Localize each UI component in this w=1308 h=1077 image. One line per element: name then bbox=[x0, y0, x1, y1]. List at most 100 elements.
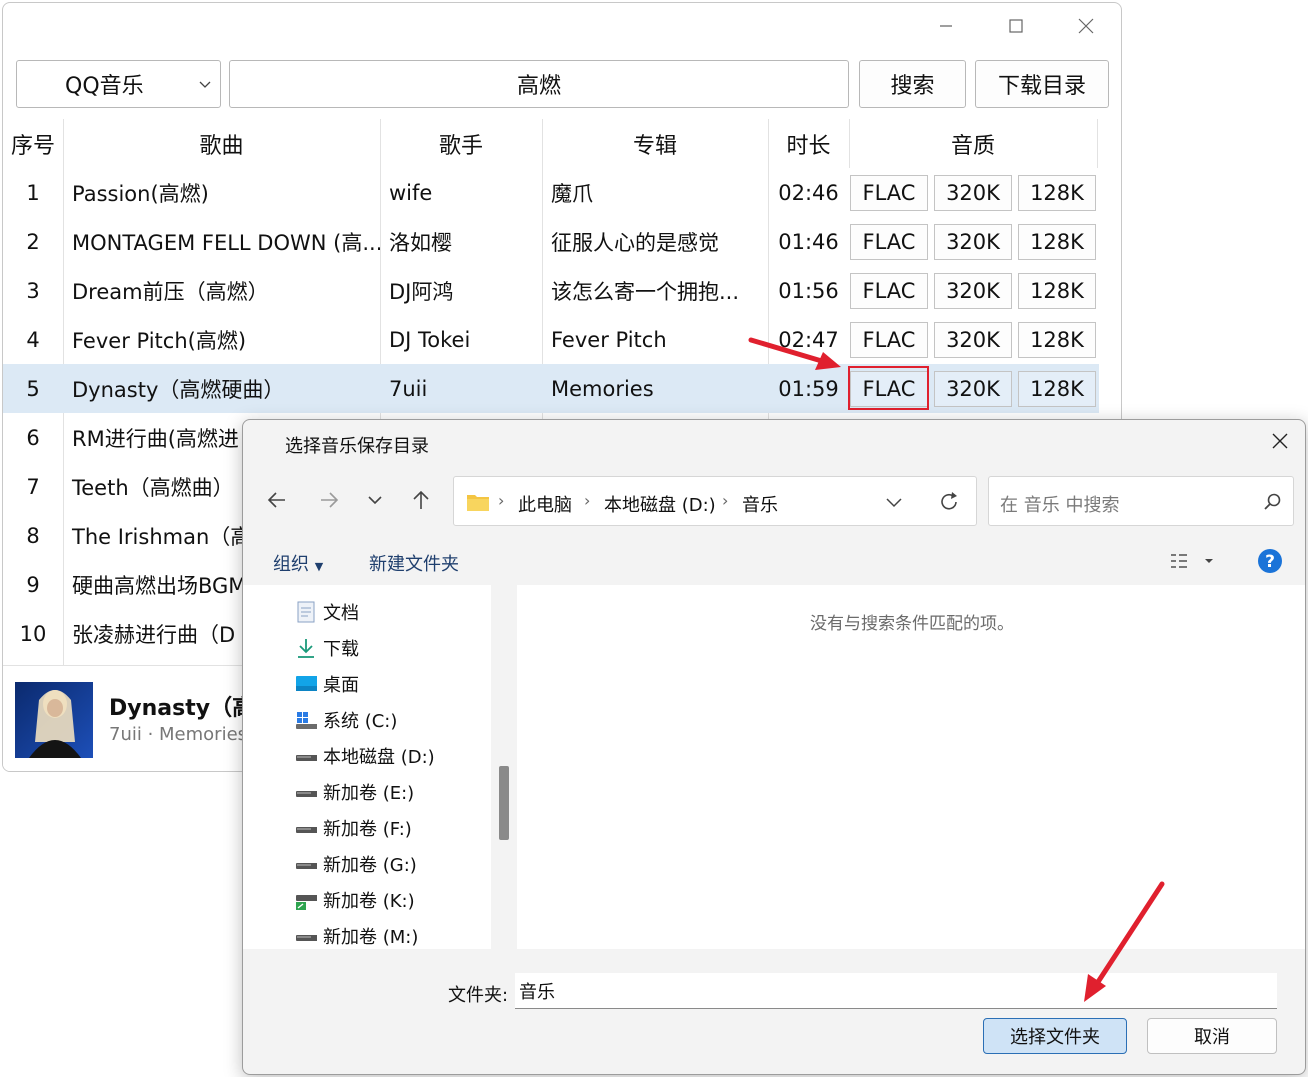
chevron-down-icon[interactable] bbox=[884, 492, 904, 512]
quality-button-320k[interactable]: 320K bbox=[934, 224, 1012, 260]
tree-item[interactable]: 下载 bbox=[295, 631, 359, 665]
tree-item-label: 系统 (C:) bbox=[323, 711, 398, 732]
search-input[interactable] bbox=[229, 60, 849, 108]
minimize-button[interactable] bbox=[923, 9, 969, 43]
row-artist: 洛如樱 bbox=[389, 230, 452, 255]
drive-icon bbox=[295, 817, 317, 839]
back-button[interactable] bbox=[265, 488, 289, 516]
quality-button-flac[interactable]: FLAC bbox=[850, 224, 928, 260]
row-duration: 02:46 bbox=[778, 180, 839, 205]
list-view-icon bbox=[1171, 554, 1213, 568]
chevron-down-icon bbox=[368, 496, 382, 505]
tree-item[interactable]: 桌面 bbox=[295, 667, 359, 701]
quality-button-128k[interactable]: 128K bbox=[1018, 175, 1096, 211]
tree-item[interactable]: 新加卷 (G:) bbox=[295, 847, 417, 881]
forward-button[interactable] bbox=[317, 488, 341, 516]
tree-scrollbar-thumb[interactable] bbox=[499, 766, 509, 840]
desktop-icon bbox=[295, 673, 317, 695]
tree-item-label: 新加卷 (K:) bbox=[323, 891, 415, 912]
view-options-button[interactable] bbox=[1169, 552, 1213, 576]
help-button[interactable]: ? bbox=[1257, 548, 1283, 578]
organize-menu[interactable]: 组织 ▼ bbox=[273, 550, 323, 576]
breadcrumb-this-pc[interactable]: 此电脑 bbox=[518, 491, 572, 517]
row-index: 10 bbox=[19, 621, 47, 646]
album-cover[interactable] bbox=[15, 682, 93, 758]
table-row[interactable]: 5 Dynasty（高燃硬曲） 7uii Memories 01:59 FLAC 320K 1… bbox=[3, 364, 1099, 413]
row-index: 8 bbox=[26, 523, 40, 548]
quality-button-128k[interactable]: 128K bbox=[1018, 224, 1096, 260]
download-directory-button[interactable]: 下载目录 bbox=[975, 60, 1109, 108]
new-folder-button[interactable]: 新建文件夹 bbox=[369, 550, 459, 576]
search-toolbar: QQ音乐 搜索 下载目录 bbox=[3, 60, 1121, 110]
row-artist: 7uii bbox=[389, 376, 428, 401]
close-icon bbox=[1272, 433, 1288, 449]
row-artist: wife bbox=[389, 180, 433, 205]
source-select-value: QQ音乐 bbox=[65, 74, 144, 99]
row-index: 4 bbox=[26, 327, 40, 352]
navigation-tree: 文档下载桌面系统 (C:) 本地磁盘 (D:) 新加卷 (E:) 新加卷 (F:) 新加… bbox=[243, 585, 491, 949]
recent-locations-button[interactable] bbox=[365, 490, 385, 514]
tree-item[interactable]: 新加卷 (M:) bbox=[295, 919, 418, 953]
quality-button-320k[interactable]: 320K bbox=[934, 273, 1012, 309]
quality-button-128k[interactable]: 128K bbox=[1018, 371, 1096, 407]
help-icon: ? bbox=[1258, 549, 1282, 573]
quality-button-128k[interactable]: 128K bbox=[1018, 273, 1096, 309]
row-album: 魔爪 bbox=[551, 181, 593, 206]
arrow-right-icon bbox=[321, 492, 339, 508]
source-select[interactable]: QQ音乐 bbox=[16, 60, 221, 108]
col-header-song[interactable]: 歌曲 bbox=[63, 119, 380, 168]
folder-search-input[interactable]: 在 音乐 中搜索 bbox=[988, 476, 1294, 526]
cancel-button[interactable]: 取消 bbox=[1147, 1018, 1277, 1054]
row-artist: DJ Tokei bbox=[389, 327, 471, 352]
refresh-icon[interactable] bbox=[938, 491, 960, 513]
close-icon bbox=[1078, 18, 1094, 34]
address-bar[interactable]: › 此电脑 › 本地磁盘 (D:) › 音乐 bbox=[453, 476, 977, 526]
col-header-quality[interactable]: 音质 bbox=[849, 119, 1097, 168]
quality-button-320k[interactable]: 320K bbox=[934, 175, 1012, 211]
quality-button-flac[interactable]: FLAC bbox=[850, 175, 928, 211]
album-cover-image bbox=[15, 682, 93, 758]
table-row[interactable]: 2 MONTAGEM FELL DOWN (高... 洛如樱 征服人心的是感觉 01:4… bbox=[3, 217, 1099, 266]
row-duration: 01:56 bbox=[778, 278, 839, 303]
arrow-up-icon bbox=[413, 490, 429, 509]
table-row[interactable]: 1 Passion(高燃) wife 魔爪 02:46 FLAC 320K 128K bbox=[3, 168, 1099, 217]
col-header-duration[interactable]: 时长 bbox=[768, 119, 849, 168]
search-button[interactable]: 搜索 bbox=[859, 60, 966, 108]
dialog-close-button[interactable] bbox=[1269, 430, 1291, 456]
row-index: 2 bbox=[26, 229, 40, 254]
close-button[interactable] bbox=[1063, 9, 1109, 43]
table-row[interactable]: 4 Fever Pitch(高燃) DJ Tokei Fever Pitch 02:47… bbox=[3, 315, 1099, 364]
quality-button-flac[interactable]: FLAC bbox=[850, 322, 928, 358]
maximize-icon bbox=[1009, 19, 1023, 33]
arrow-left-icon bbox=[267, 492, 285, 508]
select-folder-button[interactable]: 选择文件夹 bbox=[983, 1018, 1127, 1054]
tree-item[interactable]: 新加卷 (E:) bbox=[295, 775, 414, 809]
tree-item[interactable]: 文档 bbox=[295, 595, 359, 629]
folder-search-placeholder: 在 音乐 中搜索 bbox=[1000, 495, 1120, 516]
tree-scrollbar[interactable] bbox=[497, 586, 511, 948]
quality-button-flac[interactable]: FLAC bbox=[850, 273, 928, 309]
quality-button-128k[interactable]: 128K bbox=[1018, 322, 1096, 358]
row-song: Dynasty（高燃硬曲） bbox=[72, 377, 285, 402]
quality-button-320k[interactable]: 320K bbox=[934, 322, 1012, 358]
maximize-button[interactable] bbox=[993, 9, 1039, 43]
drive-icon bbox=[295, 853, 317, 875]
col-header-index[interactable]: 序号 bbox=[3, 119, 63, 168]
svg-text:?: ? bbox=[1265, 552, 1275, 572]
breadcrumb-drive-d[interactable]: 本地磁盘 (D:) bbox=[604, 491, 716, 517]
row-album: Memories bbox=[551, 376, 654, 401]
breadcrumb-music[interactable]: 音乐 bbox=[742, 491, 778, 517]
up-button[interactable] bbox=[409, 488, 433, 516]
table-row[interactable]: 3 Dream前压（高燃） DJ阿鸿 该怎么寄一个拥抱... 01:56 FLAC 320K… bbox=[3, 266, 1099, 315]
tree-item[interactable]: 新加卷 (K:) bbox=[295, 883, 415, 917]
tree-item-label: 下载 bbox=[323, 639, 359, 660]
quality-button-320k[interactable]: 320K bbox=[934, 371, 1012, 407]
tree-item[interactable]: 新加卷 (F:) bbox=[295, 811, 412, 845]
tree-item-label: 新加卷 (G:) bbox=[323, 855, 417, 876]
col-header-album[interactable]: 专辑 bbox=[542, 119, 768, 168]
tree-item-label: 桌面 bbox=[323, 675, 359, 696]
tree-item[interactable]: 本地磁盘 (D:) bbox=[295, 739, 435, 773]
table-header: 序号 歌曲 歌手 专辑 时长 音质 bbox=[3, 119, 1099, 168]
tree-item[interactable]: 系统 (C:) bbox=[295, 703, 397, 737]
col-header-artist[interactable]: 歌手 bbox=[380, 119, 542, 168]
